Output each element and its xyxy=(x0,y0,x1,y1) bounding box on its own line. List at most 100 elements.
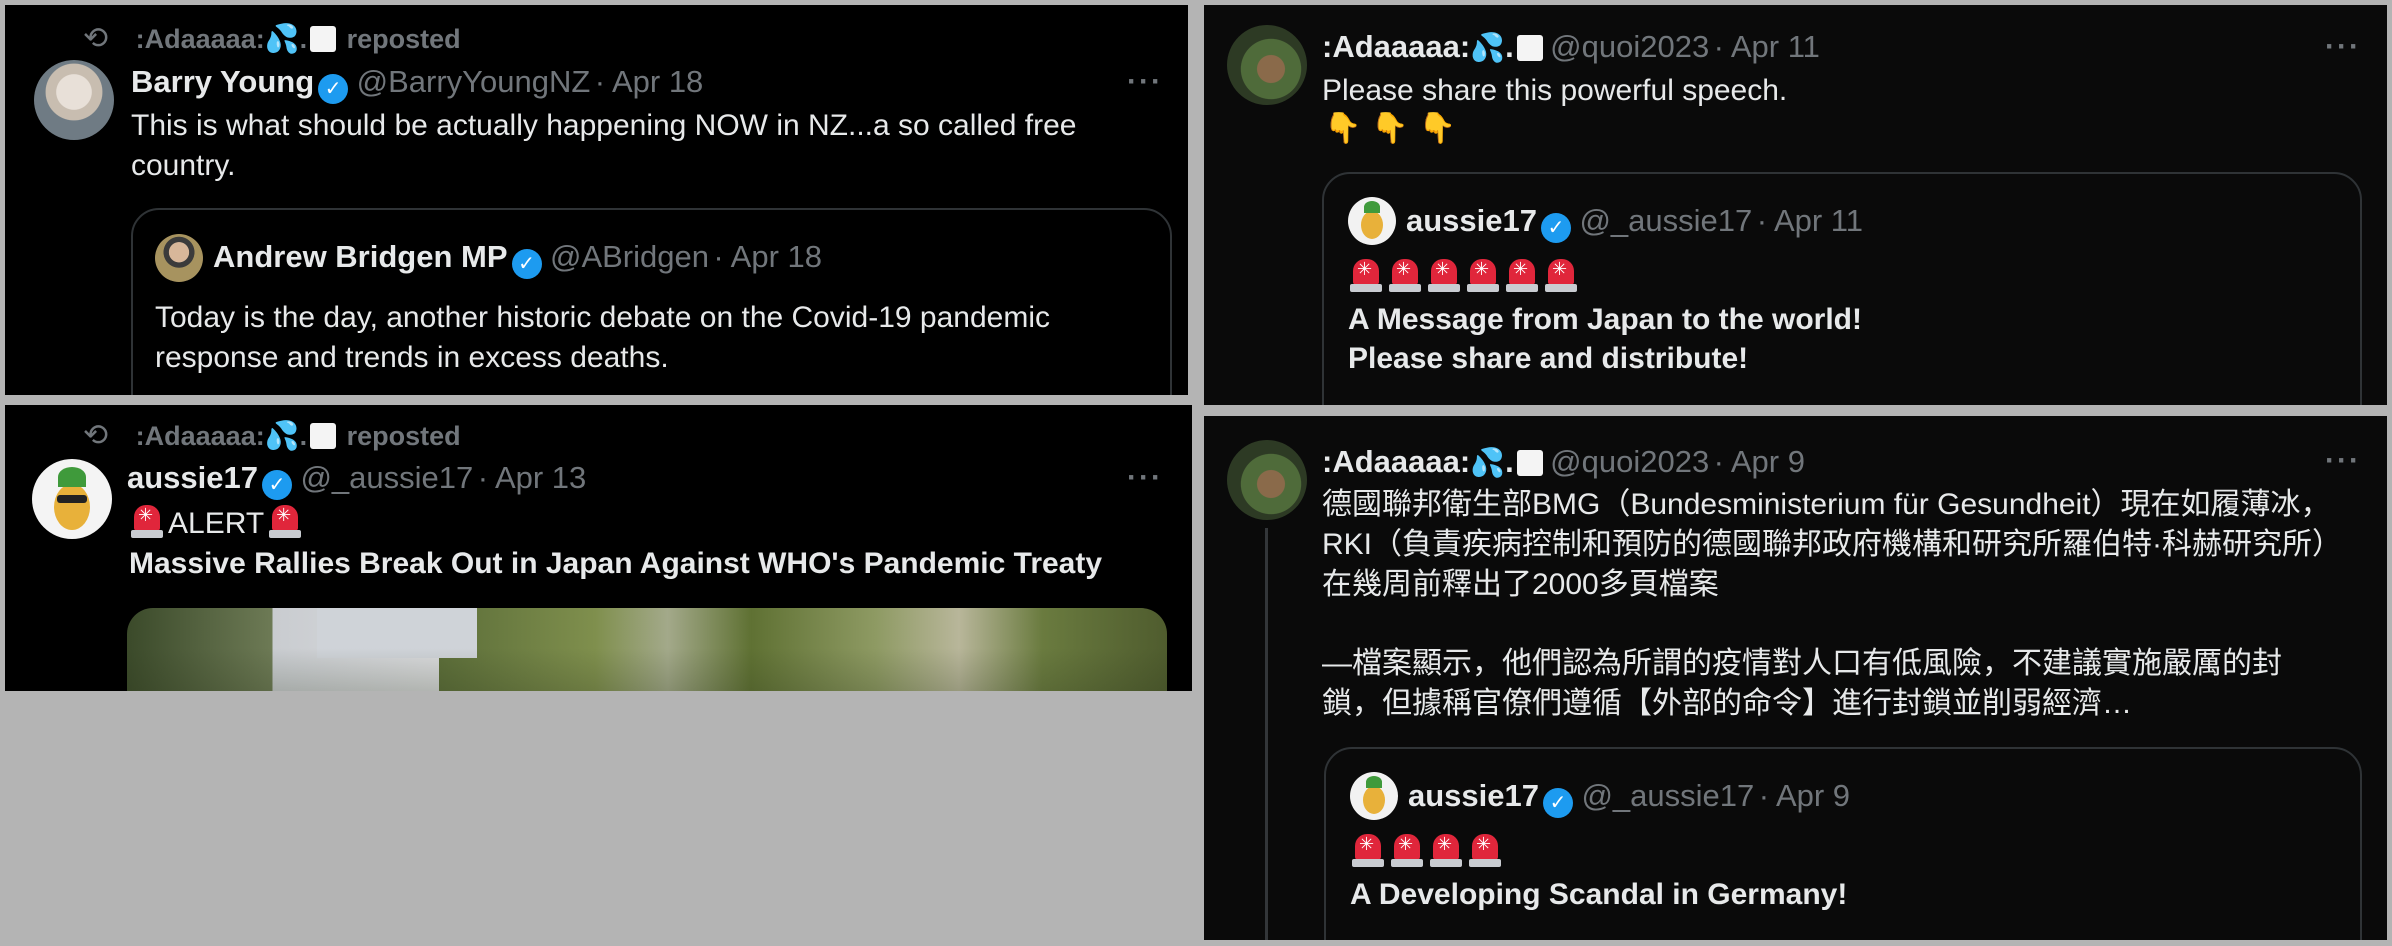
quoted-tweet[interactable]: aussie17✓ @_aussie17 · Apr 9 A Developin… xyxy=(1324,747,2362,940)
thread-connector-line xyxy=(1265,528,1268,940)
siren-icon xyxy=(1350,832,1386,868)
repost-user[interactable]: :Adaaaaa: xyxy=(136,24,265,54)
siren-icon xyxy=(1426,257,1462,293)
more-options-icon[interactable]: ··· xyxy=(1127,461,1163,495)
siren-icon xyxy=(1428,832,1464,868)
tweet-text: Please share this powerful speech. xyxy=(1322,74,1788,107)
quoted-author-name[interactable]: aussie17 xyxy=(1406,203,1537,238)
repost-label: reposted xyxy=(346,24,461,54)
quoted-author-handle[interactable]: @_aussie17 xyxy=(1579,203,1752,238)
tweet-panel-barry-young[interactable]: ⟲ :Adaaaaa:💦. reposted Barry Young ✓ @Bar… xyxy=(5,5,1188,395)
tweet-date[interactable]: · Apr 11 xyxy=(1714,29,1820,64)
quoted-tweet-header: Andrew Bridgen MP ✓ @ABridgen · Apr 18 xyxy=(213,239,822,279)
siren-icon xyxy=(129,503,165,539)
siren-icon xyxy=(1467,832,1503,868)
siren-icon xyxy=(1543,257,1579,293)
avatar-aussie17[interactable] xyxy=(32,459,112,539)
tweet-date[interactable]: · Apr 9 xyxy=(1714,444,1805,479)
quoted-tweet-header: aussie17 ✓ @_aussie17 · Apr 11 xyxy=(1406,203,1863,243)
pointing-down-icon: 👇 xyxy=(1324,112,1362,145)
verified-badge-icon: ✓ xyxy=(511,249,542,279)
siren-emojis xyxy=(1350,832,1506,868)
repost-icon: ⟲ xyxy=(83,22,109,55)
quoted-author-name[interactable]: Andrew Bridgen MP xyxy=(213,239,508,274)
more-options-icon[interactable]: ··· xyxy=(2325,444,2361,478)
alert-line: ALERT xyxy=(129,503,306,544)
author-handle[interactable]: @quoi2023 xyxy=(1550,29,1709,64)
author-name[interactable]: :Adaaaaa: xyxy=(1322,29,1470,64)
tweet-media-image[interactable] xyxy=(127,608,1167,691)
tweet-text-line: —檔案顯示，他們認為所謂的疫情對人口有低風險，不建議實施嚴厲的封 xyxy=(1322,647,2282,680)
quoted-author-handle[interactable]: @_aussie17 xyxy=(1581,778,1754,813)
avatar-adaaaaa[interactable] xyxy=(1227,25,1307,105)
pointing-down-emojis: 👇 👇 👇 xyxy=(1324,111,1466,146)
quoted-author-name[interactable]: aussie17 xyxy=(1408,778,1539,813)
avatar-barry-young[interactable] xyxy=(34,60,114,140)
alert-text: ALERT xyxy=(168,507,265,540)
droplets-icon: 💦 xyxy=(264,23,300,54)
tweet-panel-please-share[interactable]: :Adaaaaa:💦. @quoi2023 · Apr 11 ··· Pleas… xyxy=(1204,5,2387,405)
siren-icon xyxy=(1348,257,1384,293)
avatar-adaaaaa[interactable] xyxy=(1227,440,1307,520)
quoted-date[interactable]: · Apr 11 xyxy=(1757,203,1863,238)
verified-badge-icon: ✓ xyxy=(1541,213,1571,243)
tweet-panel-massive-rallies[interactable]: ⟲ :Adaaaaa:💦. reposted aussie17 ✓ @_aussi… xyxy=(5,405,1192,691)
quoted-tweet-text: Today is the day, another historic debat… xyxy=(155,301,1050,374)
tweet-text-line: 德國聯邦衛生部BMG（Bundesministerium für Gesundh… xyxy=(1322,488,2331,521)
verified-badge-icon: ✓ xyxy=(1543,788,1573,818)
tweet-header: :Adaaaaa:💦. @quoi2023 · Apr 11 xyxy=(1322,29,1820,64)
white-square-icon xyxy=(310,423,337,449)
repost-user[interactable]: :Adaaaaa: xyxy=(136,421,265,451)
quoted-tweet-header: aussie17 ✓ @_aussie17 · Apr 9 xyxy=(1408,778,1850,818)
more-options-icon[interactable]: ··· xyxy=(2325,30,2361,64)
droplets-icon: 💦 xyxy=(264,420,300,451)
avatar-aussie17[interactable] xyxy=(1350,772,1398,820)
verified-badge-icon: ✓ xyxy=(262,470,292,500)
droplets-icon: 💦 xyxy=(1470,447,1506,478)
siren-emojis xyxy=(1348,257,1582,293)
quoted-line-1: A Message from Japan to the world! xyxy=(1348,303,1862,336)
avatar-aussie17[interactable] xyxy=(1348,197,1396,245)
tweet-headline: Massive Rallies Break Out in Japan Again… xyxy=(129,547,1103,580)
tweet-text-line: 鎖，但據稱官僚們遵循【外部的命令】進行封鎖並削弱經濟… xyxy=(1322,687,2132,720)
author-name[interactable]: :Adaaaaa: xyxy=(1322,444,1470,479)
white-square-icon xyxy=(1516,35,1543,61)
repost-header: ⟲ :Adaaaaa:💦. reposted xyxy=(83,419,461,452)
tweet-header: aussie17 ✓ @_aussie17 · Apr 13 xyxy=(127,460,586,500)
tweet-text: This is what should be actually happenin… xyxy=(131,109,1077,182)
quoted-line-1: A Developing Scandal in Germany! xyxy=(1350,878,1848,911)
siren-icon xyxy=(1387,257,1423,293)
quoted-line-2: Please share and distribute! xyxy=(1348,342,1749,375)
pointing-down-icon: 👇 xyxy=(1418,112,1457,145)
siren-icon xyxy=(1465,257,1501,293)
author-name[interactable]: Barry Young xyxy=(131,64,314,99)
tweet-date[interactable]: · Apr 18 xyxy=(595,64,704,99)
quoted-tweet[interactable]: Andrew Bridgen MP ✓ @ABridgen · Apr 18 To… xyxy=(131,208,1172,395)
author-handle[interactable]: @BarryYoungNZ xyxy=(357,64,591,99)
siren-icon xyxy=(1389,832,1425,868)
droplets-icon: 💦 xyxy=(1470,32,1506,63)
quoted-date[interactable]: · Apr 9 xyxy=(1759,778,1850,813)
tweet-panel-germany-scandal[interactable]: :Adaaaaa:💦. @quoi2023 · Apr 9 ··· 德國聯邦衛生… xyxy=(1204,416,2387,940)
tweet-text-line: RKI（負責疾病控制和預防的德國聯邦政府機構和研究所羅伯特·科赫研究所） xyxy=(1322,528,2342,561)
repost-header: ⟲ :Adaaaaa:💦. reposted xyxy=(83,22,461,55)
author-handle[interactable]: @quoi2023 xyxy=(1550,444,1709,479)
repost-label: reposted xyxy=(346,421,461,451)
siren-icon xyxy=(1504,257,1540,293)
pointing-down-icon: 👇 xyxy=(1371,112,1409,145)
more-options-icon[interactable]: ··· xyxy=(1127,65,1163,99)
quoted-author-handle[interactable]: @ABridgen xyxy=(550,239,709,274)
tweet-date[interactable]: · Apr 13 xyxy=(478,460,587,495)
author-name[interactable]: aussie17 xyxy=(127,460,258,495)
quoted-tweet[interactable]: aussie17✓ @_aussie17 · Apr 11 A Message … xyxy=(1322,172,2362,405)
repost-icon: ⟲ xyxy=(83,419,109,452)
quoted-date[interactable]: · Apr 18 xyxy=(713,239,822,274)
white-square-icon xyxy=(1516,450,1543,476)
avatar-andrew-bridgen[interactable] xyxy=(155,234,203,282)
tweet-text-line: 在幾周前釋出了2000多頁檔案 xyxy=(1322,568,1719,601)
white-square-icon xyxy=(310,26,337,52)
verified-badge-icon: ✓ xyxy=(318,74,349,104)
tweet-header: Barry Young ✓ @BarryYoungNZ · Apr 18 xyxy=(131,64,703,104)
author-handle[interactable]: @_aussie17 xyxy=(300,460,473,495)
tweet-header: :Adaaaaa:💦. @quoi2023 · Apr 9 xyxy=(1322,444,1805,479)
